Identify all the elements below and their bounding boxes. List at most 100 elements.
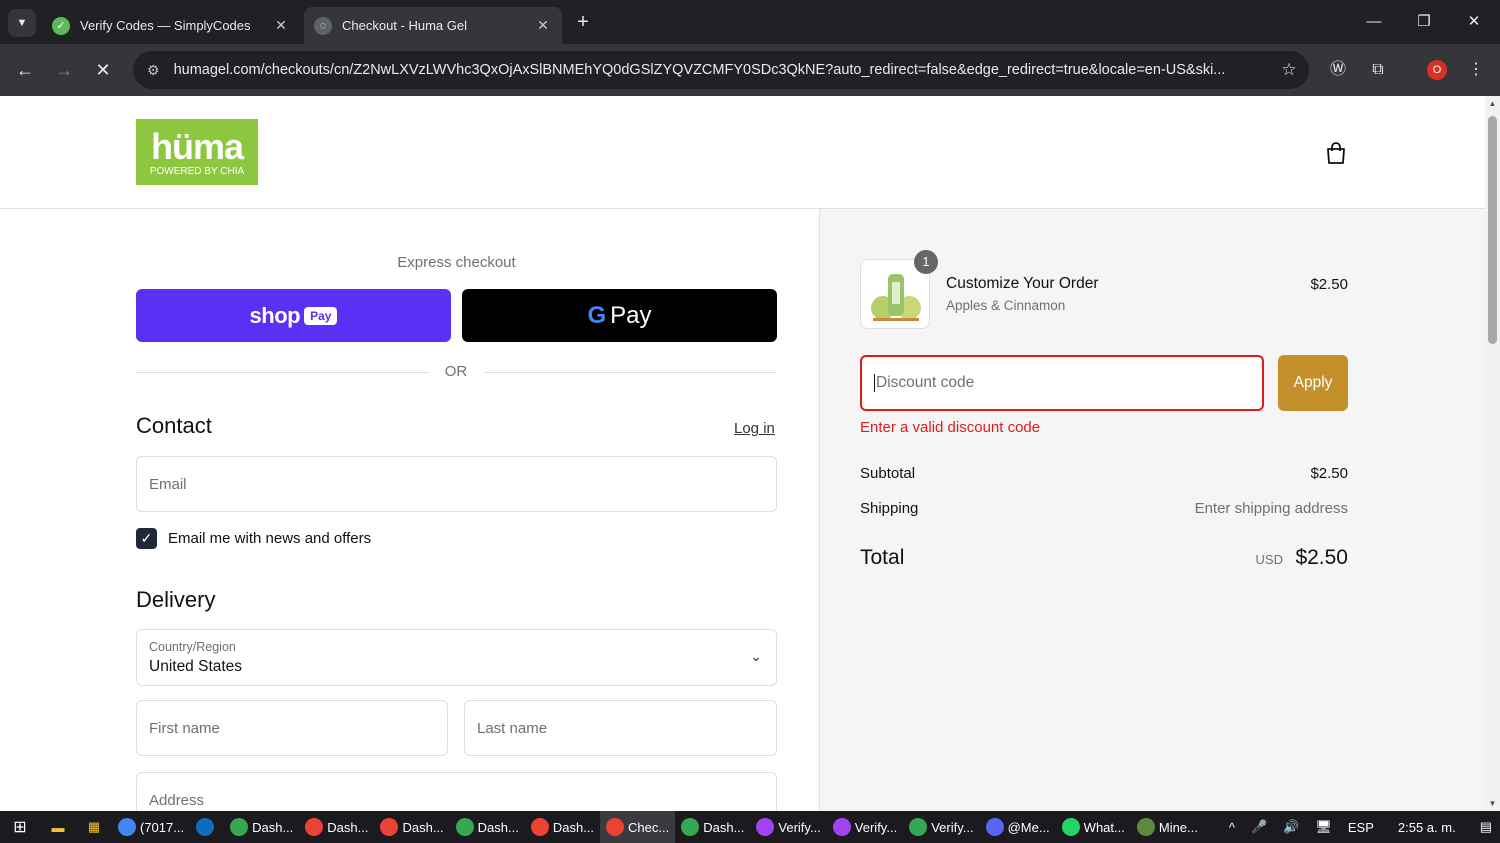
discount-placeholder: Discount code [876, 374, 975, 391]
taskbar-app-label: Dash... [477, 819, 519, 835]
close-window-icon[interactable]: ✕ [1462, 10, 1486, 34]
tray-chevron-icon[interactable]: ^ [1229, 820, 1235, 835]
taskbar-app-label: Chec... [628, 819, 670, 835]
app-icon [909, 818, 928, 836]
taskbar-app-item[interactable]: Mine... [1131, 811, 1204, 843]
taskbar-app-item[interactable] [190, 811, 224, 843]
taskbar-app-item[interactable]: @Me... [980, 811, 1056, 843]
taskbar-app-label: Dash... [327, 819, 369, 835]
first-name-field[interactable]: First name [136, 700, 448, 756]
discount-code-input[interactable]: Discount code [860, 355, 1264, 411]
taskbar-app-label: Verify... [778, 819, 821, 835]
total-value: $2.50 [1295, 546, 1348, 569]
subtotal-label: Subtotal [860, 465, 916, 482]
clock[interactable]: 2:55 a. m. [1398, 820, 1456, 835]
browser-tab-bar: ▼ ✓ Verify Codes — SimplyCodes ✕ ◌ Check… [0, 0, 1500, 44]
huma-logo[interactable]: hüma POWERED BY CHIA [136, 119, 258, 185]
app-icon [230, 818, 249, 836]
system-tray: ^ 🎤 🔊 🖥 ESP 2:55 a. m. ▤ [1221, 811, 1500, 843]
taskbar-app-item[interactable]: Verify... [903, 811, 979, 843]
site-info-icon[interactable]: ⚙ [147, 62, 160, 79]
profile-avatar-icon[interactable]: O [1427, 60, 1447, 80]
back-icon[interactable]: ← [13, 58, 37, 82]
taskbar-app-label: Verify... [854, 819, 898, 835]
bookmark-star-icon[interactable]: ☆ [1269, 60, 1309, 80]
taskbar-app-item[interactable]: What... [1056, 811, 1131, 843]
taskbar-app-item[interactable]: Verify... [827, 811, 903, 843]
checkbox-checked-icon[interactable]: ✓ [136, 528, 157, 549]
taskbar-app-item[interactable]: Dash... [450, 811, 525, 843]
taskbar-app-item[interactable]: Chec... [600, 811, 676, 843]
delivery-heading: Delivery [136, 587, 216, 612]
tab-verify-codes[interactable]: ✓ Verify Codes — SimplyCodes ✕ [42, 7, 300, 44]
google-g-icon: G [587, 301, 607, 329]
contact-heading: Contact [136, 413, 212, 438]
apply-discount-button[interactable]: Apply [1278, 355, 1348, 411]
newsletter-label: Email me with news and offers [168, 530, 372, 547]
volume-icon[interactable]: 🔊 [1283, 819, 1299, 835]
address-bar[interactable]: ⚙ humagel.com/checkouts/cn/Z2NwLXVzLWVhc… [133, 51, 1309, 89]
taskbar-app-item[interactable]: Dash... [299, 811, 374, 843]
last-name-field[interactable]: Last name [464, 700, 777, 756]
language-indicator[interactable]: ESP [1348, 820, 1374, 835]
scrollbar-thumb[interactable] [1488, 116, 1497, 344]
shopping-bag-icon[interactable] [1323, 140, 1349, 166]
extension-w-icon[interactable]: Ⓦ [1326, 58, 1350, 82]
shop-pay-wordmark: shop [249, 302, 301, 328]
page-scrollbar[interactable]: ▲ ▼ [1485, 96, 1500, 811]
address-field[interactable]: Address [136, 772, 777, 811]
forward-icon[interactable]: → [52, 58, 76, 82]
menu-kebab-icon[interactable]: ⋮ [1464, 58, 1488, 82]
total-currency: USD [1255, 552, 1283, 567]
stop-loading-icon[interactable]: ✕ [91, 58, 115, 82]
network-icon[interactable]: 🖥 [1315, 819, 1332, 835]
scroll-up-icon[interactable]: ▲ [1485, 99, 1500, 108]
logo-tagline: POWERED BY CHIA [149, 166, 245, 177]
country-select[interactable]: Country/Region United States ⌄ [136, 629, 777, 686]
close-tab-icon[interactable]: ✕ [534, 17, 552, 34]
microphone-icon[interactable]: 🎤 [1251, 819, 1267, 835]
express-checkout-label: Express checkout [397, 254, 516, 271]
taskbar-app-label: What... [1083, 819, 1125, 835]
taskbar-app-item[interactable]: (7017... [112, 811, 190, 843]
restore-icon[interactable]: ❐ [1412, 10, 1436, 34]
taskbar-app-label: Dash... [402, 819, 444, 835]
scroll-down-icon[interactable]: ▼ [1485, 799, 1500, 808]
windows-taskbar: ⊞ ▬ ▦ (7017... Dash... Dash... Dash... Dash.… [0, 811, 1500, 843]
newsletter-checkbox-row[interactable]: ✓ Email me with news and offers [136, 528, 371, 549]
app-icon [455, 818, 474, 836]
shop-pay-button[interactable]: shop Pay [136, 289, 451, 342]
taskbar-app-item[interactable]: Dash... [224, 811, 299, 843]
subtotal-value: $2.50 [1310, 465, 1348, 482]
tab-title: Checkout - Huma Gel [342, 18, 467, 33]
close-tab-icon[interactable]: ✕ [272, 17, 290, 34]
app-icon [196, 818, 215, 836]
taskbar-apps: (7017... Dash... Dash... Dash... Dash... Dash… [112, 811, 1204, 843]
minimize-icon[interactable]: — [1362, 10, 1386, 34]
app-icon [681, 818, 700, 836]
country-label: Country/Region [149, 640, 236, 654]
url-text[interactable]: humagel.com/checkouts/cn/Z2NwLXVzLWVhc3Q… [174, 62, 1269, 78]
taskbar-app-item[interactable]: Dash... [525, 811, 600, 843]
store-icon[interactable]: ▦ [76, 811, 112, 843]
app-icon [606, 818, 625, 836]
email-field[interactable]: Email [136, 456, 777, 512]
windows-start-icon[interactable]: ⊞ [0, 811, 40, 843]
google-pay-button[interactable]: G Pay [462, 289, 777, 342]
tab-search-button[interactable]: ▼ [8, 9, 36, 37]
file-explorer-icon[interactable]: ▬ [40, 811, 76, 843]
app-icon [305, 818, 324, 836]
taskbar-app-item[interactable]: Verify... [750, 811, 826, 843]
log-in-link[interactable]: Log in [734, 420, 775, 437]
notifications-icon[interactable]: ▤ [1480, 819, 1492, 835]
or-label: OR [444, 363, 468, 380]
taskbar-app-item[interactable]: Dash... [675, 811, 750, 843]
new-tab-button[interactable]: + [572, 11, 594, 33]
chevron-down-icon: ⌄ [750, 648, 762, 664]
product-price: $2.50 [1310, 276, 1348, 293]
taskbar-app-label: Dash... [703, 819, 745, 835]
extensions-puzzle-icon[interactable]: ⧉ [1366, 58, 1390, 82]
tab-checkout[interactable]: ◌ Checkout - Huma Gel ✕ [304, 7, 562, 44]
logo-wordmark: hüma [150, 126, 244, 167]
taskbar-app-item[interactable]: Dash... [374, 811, 449, 843]
